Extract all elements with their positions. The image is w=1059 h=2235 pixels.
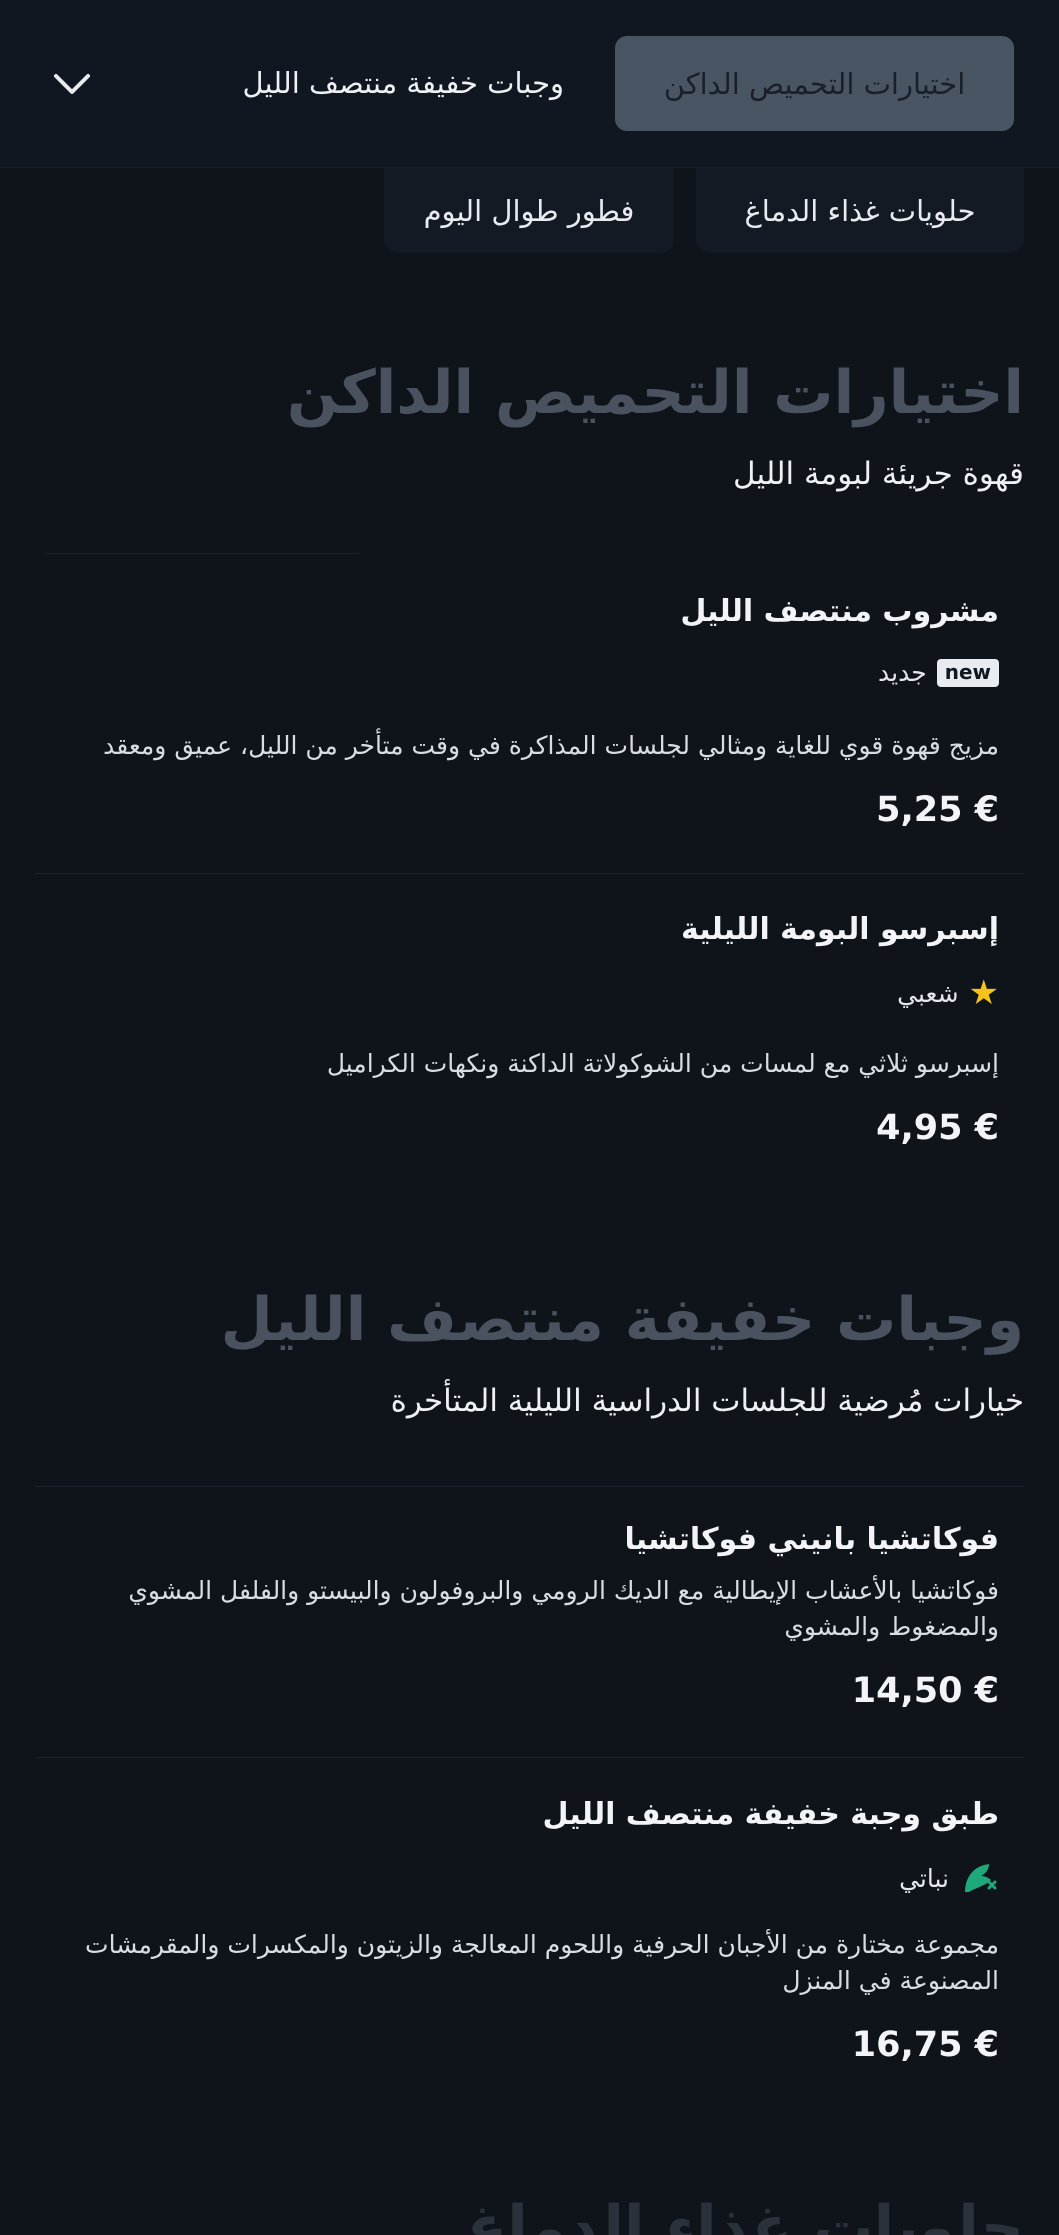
category-chip-all-day-breakfast[interactable]: فطور طوال اليوم bbox=[384, 168, 674, 253]
item-tag-new: new جديد bbox=[878, 658, 999, 687]
divider bbox=[35, 1486, 1024, 1487]
section-title-next-peek: حلويات غذاء الدماغ bbox=[466, 2193, 1024, 2235]
item-description: إسبرسو ثلاثي مع لمسات من الشوكولاتة الدا… bbox=[326, 1049, 999, 1078]
item-description-line: المصنوعة في المنزل bbox=[782, 1966, 999, 1995]
chevron-down-icon[interactable] bbox=[50, 62, 94, 106]
section-title-midnight-snacks: وجبات خفيفة منتصف الليل bbox=[220, 1285, 1024, 1355]
item-description: فوكاتشيا بالأعشاب الإيطالية مع الديك الر… bbox=[99, 1573, 999, 1645]
vegan-leaf-icon bbox=[965, 1864, 997, 1892]
item-tag-popular: ★ شعبي bbox=[897, 976, 999, 1010]
tag-label: شعبي bbox=[897, 978, 959, 1008]
section-title-dark-roast: اختيارات التحميص الداكن bbox=[286, 358, 1024, 428]
tag-label: نباتي bbox=[899, 1863, 949, 1893]
item-description-line: مجموعة مختارة من الأجبان الحرفية واللحوم… bbox=[85, 1930, 999, 1959]
tag-label: جديد bbox=[878, 658, 927, 687]
item-name: مشروب منتصف الليل bbox=[680, 594, 999, 629]
star-icon: ★ bbox=[968, 973, 999, 1013]
item-description: مجموعة مختارة من الأجبان الحرفية واللحوم… bbox=[39, 1927, 999, 1999]
item-description-line: فوكاتشيا بالأعشاب الإيطالية مع الديك الر… bbox=[128, 1576, 999, 1605]
item-name: فوكاتشيا بانيني فوكاتشيا bbox=[624, 1522, 999, 1557]
item-name: طبق وجبة خفيفة منتصف الليل bbox=[542, 1797, 999, 1832]
section-subtitle-midnight-snacks: خيارات مُرضية للجلسات الدراسية الليلية ا… bbox=[390, 1383, 1024, 1419]
item-price: 4,95 € bbox=[876, 1108, 999, 1148]
item-tag-vegan: نباتي bbox=[899, 1858, 999, 1898]
item-price: 5,25 € bbox=[876, 790, 999, 830]
item-description-line: والمضغوط والمشوي bbox=[784, 1612, 999, 1641]
item-price: 16,75 € bbox=[851, 2025, 999, 2065]
divider bbox=[35, 1757, 1024, 1758]
item-name: إسبرسو البومة الليلية bbox=[681, 912, 999, 947]
divider bbox=[45, 553, 359, 554]
new-badge: new bbox=[936, 658, 999, 687]
item-description: مزيج قهوة قوي للغاية ومثالي لجلسات المذا… bbox=[103, 731, 999, 760]
divider bbox=[35, 873, 1024, 874]
section-subtitle-dark-roast: قهوة جريئة لبومة الليل bbox=[733, 456, 1024, 492]
category-nav-header: اختيارات التحميص الداكن وجبات خفيفة منتص… bbox=[0, 0, 1059, 168]
category-tab-next[interactable]: وجبات خفيفة منتصف الليل bbox=[243, 48, 564, 118]
item-price: 14,50 € bbox=[851, 1671, 999, 1711]
category-chip-brain-food-desserts[interactable]: حلويات غذاء الدماغ bbox=[696, 168, 1024, 253]
category-tab-active[interactable]: اختيارات التحميص الداكن bbox=[615, 36, 1014, 131]
